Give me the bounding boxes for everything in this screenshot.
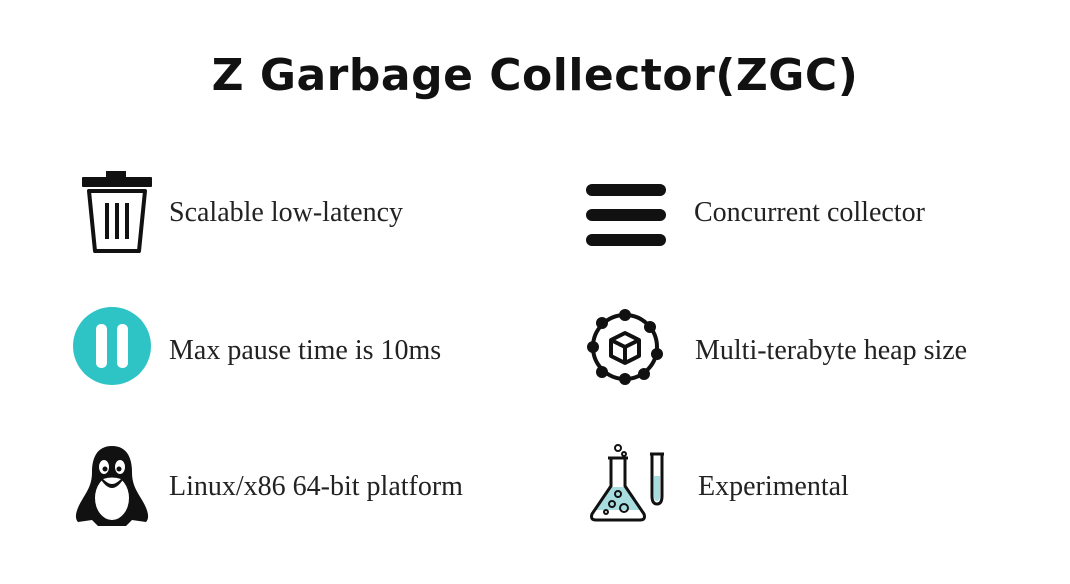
feature-label: Max pause time is 10ms [169,335,442,366]
flask-icon [584,442,674,532]
menu-bars-icon [584,168,674,258]
feature-label: Concurrent collector [694,197,925,228]
slide-title: Z Garbage Collector(ZGC) [211,50,859,101]
feature-label: Linux/x86 64-bit platform [169,471,463,502]
slide: Z Garbage Collector(ZGC) Scalable low-la… [0,0,1070,584]
feature-label: Scalable low-latency [169,197,404,228]
feature-label: Multi-terabyte heap size [695,335,968,366]
network-cube-icon [584,306,674,396]
pause-icon [72,306,162,396]
feature-label: Experimental [698,471,849,502]
trash-icon [72,168,162,258]
linux-penguin-icon [72,442,162,532]
